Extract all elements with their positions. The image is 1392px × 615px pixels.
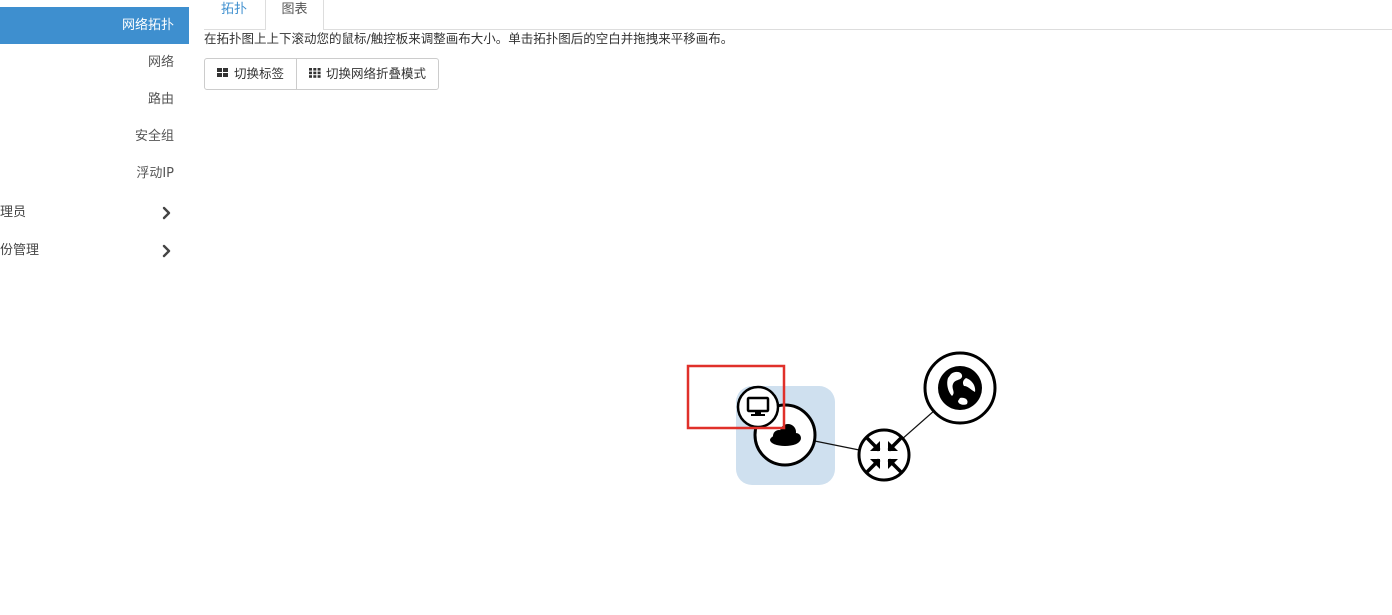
- tab-chart[interactable]: 图表: [265, 0, 324, 30]
- sidebar-item-floating-ips[interactable]: 浮动IP: [0, 155, 189, 192]
- toggle-collapse-label: 切换网络折叠模式: [326, 66, 427, 81]
- topology-toolbar: 切换标签 切换网络折叠模式: [204, 58, 440, 90]
- router-node[interactable]: [857, 428, 911, 482]
- globe-icon: [938, 366, 982, 410]
- sidebar: 网络拓扑 网络 路由 安全组 浮动IP 理员 份管理: [0, 0, 189, 615]
- topology-canvas[interactable]: [0, 0, 1392, 615]
- instance-node[interactable]: [736, 385, 780, 429]
- sidebar-group-admin[interactable]: 理员: [0, 194, 189, 231]
- sidebar-group-label: 份管理: [0, 243, 40, 258]
- chevron-right-icon: [160, 194, 174, 231]
- sidebar-item-routers[interactable]: 路由: [0, 81, 189, 118]
- tab-topology[interactable]: 拓扑: [204, 0, 264, 29]
- external-network-node[interactable]: [923, 351, 997, 425]
- sidebar-item-networks[interactable]: 网络: [0, 44, 189, 81]
- toggle-network-collapse-button[interactable]: 切换网络折叠模式: [296, 59, 438, 89]
- view-tabs: 拓扑 图表: [204, 0, 1392, 30]
- app-root: 网络拓扑 网络 路由 安全组 浮动IP 理员 份管理 拓扑 图表 在拓扑图上上下…: [0, 0, 1392, 615]
- sidebar-item-network-topology[interactable]: 网络拓扑: [0, 7, 189, 44]
- sidebar-item-security-groups[interactable]: 安全组: [0, 118, 189, 155]
- sidebar-group-label: 理员: [0, 205, 27, 220]
- th-icon: [309, 59, 321, 89]
- toggle-labels-label: 切换标签: [234, 66, 285, 81]
- sidebar-group-identity[interactable]: 份管理: [0, 232, 189, 269]
- th-large-icon: [217, 59, 229, 89]
- toggle-labels-button[interactable]: 切换标签: [205, 59, 296, 89]
- topology-hint-text: 在拓扑图上上下滚动您的鼠标/触控板来调整画布大小。单击拓扑图后的空白并拖拽来平移…: [204, 31, 734, 46]
- chevron-right-icon: [160, 232, 174, 269]
